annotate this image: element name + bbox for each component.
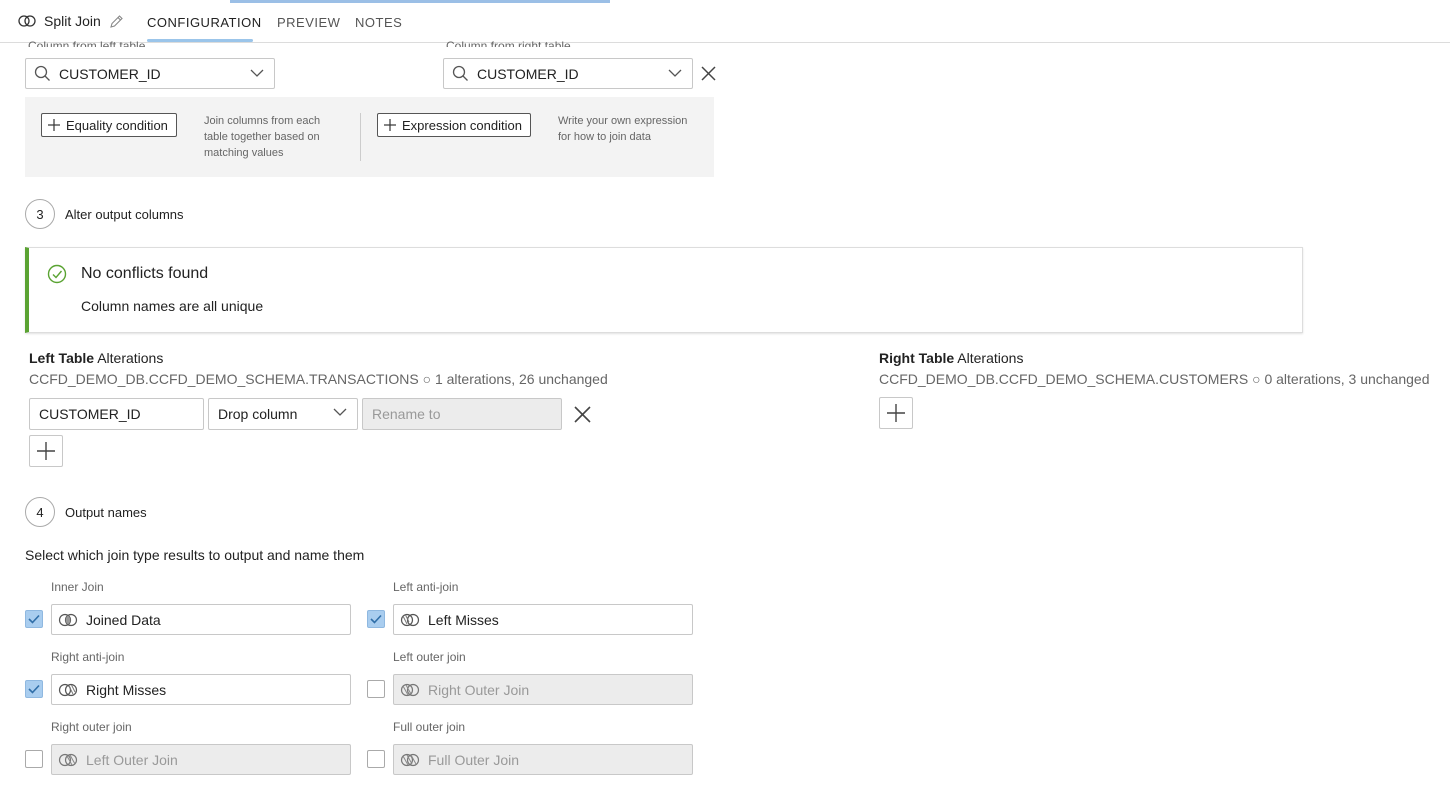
inner-join-checkbox[interactable]	[25, 610, 43, 628]
full-outer-join-input[interactable]	[428, 751, 668, 768]
right-anti-join-label: Right anti-join	[51, 650, 125, 664]
right-alterations-title: Right Table Alterations	[879, 350, 1023, 366]
step-number: 3	[25, 199, 55, 229]
inner-join-label: Inner Join	[51, 580, 104, 594]
right-column-select[interactable]: CUSTOMER_ID	[443, 58, 693, 89]
left-anti-join-checkbox[interactable]	[367, 610, 385, 628]
right-outer-join-input[interactable]	[86, 751, 326, 768]
step-4-header: 4 Output names	[25, 497, 147, 527]
equality-condition-description: Join columns from each table together ba…	[204, 115, 321, 159]
checkmark-icon	[28, 614, 40, 624]
active-tab-indicator	[147, 39, 253, 42]
step-3-header: 3 Alter output columns	[25, 199, 184, 229]
left-anti-join-name-field[interactable]: Left Misses	[393, 604, 693, 635]
expression-condition-button[interactable]: Expression condition	[377, 113, 531, 137]
right-anti-join-name-field[interactable]: Right Misses	[51, 674, 351, 705]
chevron-down-icon	[250, 69, 264, 77]
right-outer-join-checkbox[interactable]	[25, 750, 43, 768]
add-condition-panel: Equality condition Join columns from eac…	[25, 97, 714, 177]
search-icon	[34, 65, 50, 81]
left-outer-join-name-field[interactable]	[393, 674, 693, 705]
right-outer-join-icon	[58, 753, 78, 766]
alteration-column-input[interactable]: CUSTOMER_ID	[29, 398, 204, 430]
output-names-description: Select which join type results to output…	[25, 547, 365, 563]
node-title: Split Join	[18, 13, 124, 29]
right-outer-join-name-field[interactable]	[51, 744, 351, 775]
right-alterations-subtitle: CCFD_DEMO_DB.CCFD_DEMO_SCHEMA.CUSTOMERS …	[879, 371, 1430, 387]
step-number: 4	[25, 497, 55, 527]
left-column-value: CUSTOMER_ID	[59, 65, 161, 82]
top-strip	[230, 0, 610, 3]
left-alterations-title-bold: Left Table	[29, 350, 95, 366]
full-outer-join-name-field[interactable]	[393, 744, 693, 775]
right-column-value: CUSTOMER_ID	[477, 65, 579, 82]
tab-notes[interactable]: NOTES	[355, 15, 402, 30]
plus-icon	[384, 119, 396, 131]
left-column-select[interactable]: CUSTOMER_ID	[25, 58, 275, 89]
rename-to-input[interactable]: Rename to	[362, 398, 562, 430]
alteration-action-select[interactable]: Drop column	[208, 398, 358, 430]
node-title-text: Split Join	[44, 13, 101, 29]
tab-preview[interactable]: PREVIEW	[277, 15, 340, 30]
left-anti-join-label: Left anti-join	[393, 580, 459, 594]
chevron-down-icon	[333, 408, 347, 416]
inner-join-name: Joined Data	[86, 611, 161, 628]
left-outer-join-label: Left outer join	[393, 650, 466, 664]
step-label: Output names	[65, 504, 147, 520]
check-circle-icon	[47, 264, 67, 284]
expression-condition-label: Expression condition	[402, 117, 522, 133]
plus-icon	[887, 404, 905, 422]
left-outer-join-icon	[400, 683, 420, 696]
checkmark-icon	[370, 614, 382, 624]
remove-alteration-close-icon[interactable]	[574, 406, 591, 423]
right-anti-join-icon	[58, 683, 78, 696]
equality-condition-label: Equality condition	[66, 117, 168, 133]
chevron-down-icon	[668, 69, 682, 77]
right-alterations-title-bold: Right Table	[879, 350, 955, 366]
left-alterations-subtitle: CCFD_DEMO_DB.CCFD_DEMO_SCHEMA.TRANSACTIO…	[29, 371, 608, 387]
plus-icon	[37, 442, 55, 460]
checkmark-icon	[28, 684, 40, 694]
search-icon	[452, 65, 468, 81]
left-column-label: Column from left table	[28, 39, 146, 47]
pencil-icon[interactable]	[109, 14, 124, 29]
left-anti-join-name: Left Misses	[428, 611, 499, 628]
right-outer-join-label: Right outer join	[51, 720, 132, 734]
equality-condition-button[interactable]: Equality condition	[41, 113, 177, 137]
alteration-action-value: Drop column	[218, 406, 298, 422]
plus-icon	[48, 119, 60, 131]
inner-join-icon	[58, 613, 78, 626]
remove-condition-close-icon[interactable]	[701, 66, 716, 81]
full-outer-join-checkbox[interactable]	[367, 750, 385, 768]
right-alterations-title-rest: Alterations	[954, 350, 1024, 366]
add-left-alteration-button[interactable]	[29, 435, 63, 467]
step-label: Alter output columns	[65, 206, 184, 222]
notice-title: No conflicts found	[81, 265, 209, 282]
left-alterations-title-rest: Alterations	[94, 350, 164, 366]
left-anti-join-icon	[400, 613, 420, 626]
right-column-label: Column from right table	[446, 39, 571, 47]
tab-configuration[interactable]: CONFIGURATION	[147, 15, 262, 30]
split-join-icon	[18, 15, 36, 27]
no-conflicts-notice: No conflicts found Column names are all …	[25, 247, 1303, 333]
add-right-alteration-button[interactable]	[879, 397, 913, 429]
notice-detail: Column names are all unique	[81, 298, 264, 314]
right-anti-join-name: Right Misses	[86, 681, 167, 698]
left-alterations-title: Left Table Alterations	[29, 350, 163, 366]
expression-condition-description: Write your own expression for how to joi…	[558, 115, 688, 143]
left-outer-join-input[interactable]	[428, 681, 668, 698]
condition-divider	[360, 113, 361, 161]
full-outer-join-label: Full outer join	[393, 720, 466, 734]
top-bar: Split Join CONFIGURATION PREVIEW NOTES	[0, 0, 1450, 43]
full-outer-join-icon	[400, 753, 420, 766]
left-outer-join-checkbox[interactable]	[367, 680, 385, 698]
right-anti-join-checkbox[interactable]	[25, 680, 43, 698]
inner-join-name-field[interactable]: Joined Data	[51, 604, 351, 635]
